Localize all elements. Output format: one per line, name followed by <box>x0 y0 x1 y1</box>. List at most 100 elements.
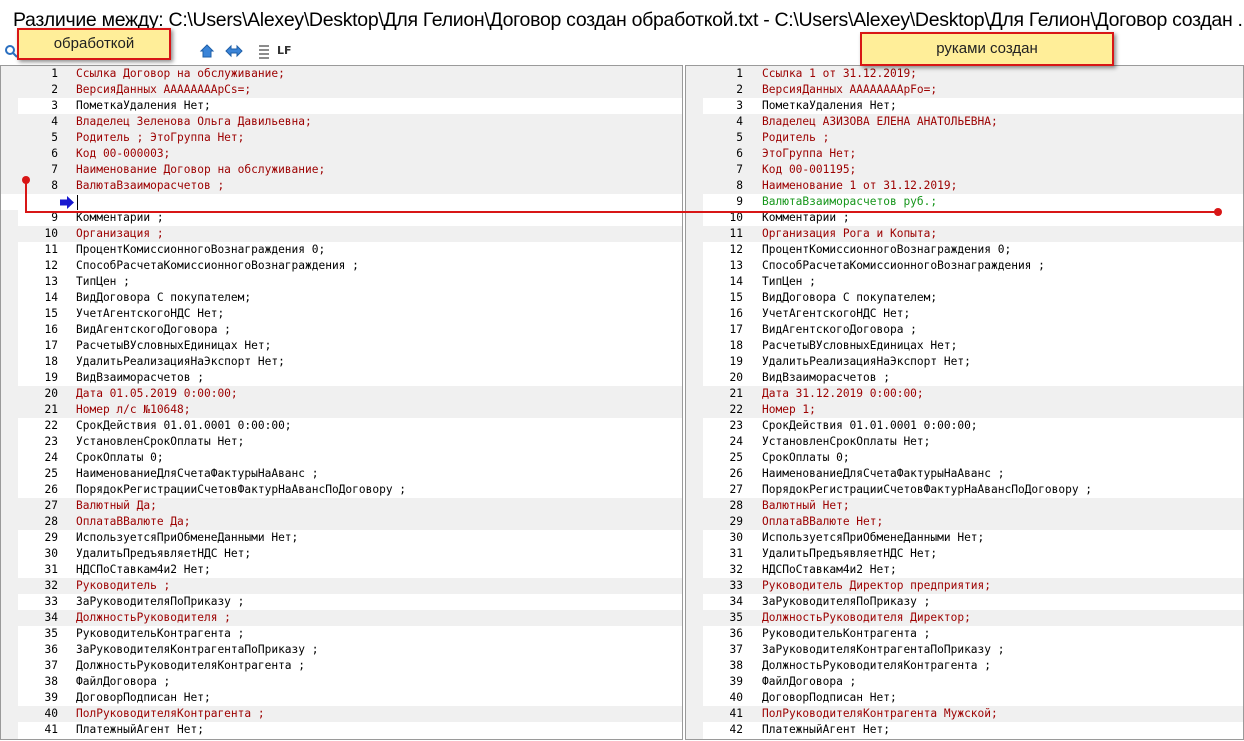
list-icon[interactable] <box>258 43 270 59</box>
home-icon[interactable] <box>199 43 215 59</box>
code-line[interactable]: 6 ЭтоГруппа Нет; <box>686 146 1243 162</box>
code-line[interactable]: 14 ВидДоговора С покупателем; <box>1 290 682 306</box>
code-line[interactable]: 30 УдалитьПредъявляетНДС Нет; <box>1 546 682 562</box>
code-line[interactable]: 31 УдалитьПредъявляетНДС Нет; <box>686 546 1243 562</box>
code-line[interactable]: 22 СрокДействия 01.01.0001 0:00:00; <box>1 418 682 434</box>
code-line[interactable]: 8 Наименование 1 от 31.12.2019; <box>686 178 1243 194</box>
code-line[interactable]: 1 Ссылка 1 от 31.12.2019; <box>686 66 1243 82</box>
code-line[interactable]: 34 ДолжностьРуководителя ; <box>1 610 682 626</box>
code-line[interactable]: 3 ПометкаУдаления Нет; <box>1 98 682 114</box>
code-line[interactable]: 32 Руководитель ; <box>1 578 682 594</box>
code-line[interactable]: 39 ФайлДоговора ; <box>686 674 1243 690</box>
code-line[interactable]: 17 РасчетыВУсловныхЕдиницах Нет; <box>1 338 682 354</box>
code-line[interactable]: 28 ОплатаВВалюте Да; <box>1 514 682 530</box>
code-line[interactable]: 17 ВидАгентскогоДоговора ; <box>686 322 1243 338</box>
code-line[interactable]: 38 ФайлДоговора ; <box>1 674 682 690</box>
code-line[interactable]: 30 ИспользуетсяПриОбменеДанными Нет; <box>686 530 1243 546</box>
line-number: 5 <box>51 131 58 144</box>
code-line[interactable]: 35 ДолжностьРуководителя Директор; <box>686 610 1243 626</box>
code-line[interactable]: 15 ВидДоговора С покупателем; <box>686 290 1243 306</box>
code-line[interactable]: 29 ИспользуетсяПриОбменеДанными Нет; <box>1 530 682 546</box>
code-line[interactable]: 9 Комментарии ; <box>1 210 682 226</box>
code-line[interactable]: 25 СрокОплаты 0; <box>686 450 1243 466</box>
code-line[interactable]: 23 УстановленСрокОплаты Нет; <box>1 434 682 450</box>
code-line[interactable]: 16 ВидАгентскогоДоговора ; <box>1 322 682 338</box>
code-line[interactable]: 29 ОплатаВВалюте Нет; <box>686 514 1243 530</box>
code-line[interactable]: 9 ВалютаВзаиморасчетов руб.; <box>686 194 1243 210</box>
line-number: 39 <box>44 691 58 704</box>
line-text: ПорядокРегистрацииСчетовФактурНаАвансПоД… <box>762 483 1093 496</box>
code-line[interactable]: 39 ДоговорПодписан Нет; <box>1 690 682 706</box>
code-line[interactable]: 27 ПорядокРегистрацииСчетовФактурНаАвансП… <box>686 482 1243 498</box>
code-line[interactable]: 41 ПолРуководителяКонтрагента Мужской; <box>686 706 1243 722</box>
code-line[interactable]: 21 Номер л/с №10648; <box>1 402 682 418</box>
code-line[interactable]: 18 РасчетыВУсловныхЕдиницах Нет; <box>686 338 1243 354</box>
line-number: 30 <box>729 531 743 544</box>
line-number: 36 <box>729 627 743 640</box>
code-line[interactable]: 33 ЗаРуководителяПоПриказу ; <box>1 594 682 610</box>
code-line[interactable]: 4 Владелец Зеленова Ольга Давильевна; <box>1 114 682 130</box>
code-line[interactable]: 14 ТипЦен ; <box>686 274 1243 290</box>
code-line[interactable]: 5 Родитель ; ЭтоГруппа Нет; <box>1 130 682 146</box>
code-line[interactable]: 16 УчетАгентскогоНДС Нет; <box>686 306 1243 322</box>
code-line[interactable]: 24 УстановленСрокОплаты Нет; <box>686 434 1243 450</box>
code-line[interactable]: 20 ВидВзаиморасчетов ; <box>686 370 1243 386</box>
code-line[interactable]: 34 ЗаРуководителяПоПриказу ; <box>686 594 1243 610</box>
code-line[interactable]: 13 СпособРасчетаКомиссионногоВознагражден… <box>686 258 1243 274</box>
code-line[interactable]: 27 Валютный Да; <box>1 498 682 514</box>
code-line[interactable]: 42 ПлатежныйАгент Нет; <box>686 722 1243 738</box>
code-line[interactable]: 37 ДолжностьРуководителяКонтрагента ; <box>1 658 682 674</box>
code-line[interactable]: 26 НаименованиеДляСчетаФактурыНаАванс ; <box>686 466 1243 482</box>
code-line[interactable]: 31 НДСПоСтавкам4и2 Нет; <box>1 562 682 578</box>
code-line[interactable]: 11 Организация Рога и Копыта; <box>686 226 1243 242</box>
sync-icon[interactable] <box>225 43 243 59</box>
code-line[interactable]: 26 ПорядокРегистрацииСчетовФактурНаАвансП… <box>1 482 682 498</box>
line-text: Валютный Да; <box>76 499 157 512</box>
code-line[interactable]: 19 ВидВзаиморасчетов ; <box>1 370 682 386</box>
code-line[interactable]: 4 Владелец АЗИЗОВА ЕЛЕНА АНАТОЛЬЕВНА; <box>686 114 1243 130</box>
code-line[interactable]: 10 Комментарии ; <box>686 210 1243 226</box>
code-line[interactable]: 11 ПроцентКомиссионногоВознаграждения 0; <box>1 242 682 258</box>
line-text: УдалитьПредъявляетНДС Нет; <box>76 547 252 560</box>
code-line[interactable]: 36 ЗаРуководителяКонтрагентаПоПриказу ; <box>1 642 682 658</box>
code-line[interactable]: 2 ВерсияДанных AAAAAAAApFo=; <box>686 82 1243 98</box>
code-line[interactable]: 20 Дата 01.05.2019 0:00:00; <box>1 386 682 402</box>
code-line[interactable]: 1 Ссылка Договор на обслуживание; <box>1 66 682 82</box>
code-line[interactable]: 25 НаименованиеДляСчетаФактурыНаАванс ; <box>1 466 682 482</box>
code-line[interactable]: 37 ЗаРуководителяКонтрагентаПоПриказу ; <box>686 642 1243 658</box>
right-text-pane[interactable]: 1 Ссылка 1 от 31.12.2019; 2 ВерсияДанных AA… <box>685 65 1244 740</box>
code-line[interactable]: 6 Код 00-000003; <box>1 146 682 162</box>
code-line[interactable]: 41 ПлатежныйАгент Нет; <box>1 722 682 738</box>
code-line[interactable]: 36 РуководительКонтрагента ; <box>686 626 1243 642</box>
code-line[interactable]: 2 ВерсияДанных AAAAAAAApCs=; <box>1 82 682 98</box>
code-line[interactable]: 24 СрокОплаты 0; <box>1 450 682 466</box>
code-line[interactable]: 5 Родитель ; <box>686 130 1243 146</box>
code-line[interactable]: 40 ПолРуководителяКонтрагента ; <box>1 706 682 722</box>
line-number: 36 <box>44 643 58 656</box>
code-line[interactable]: 7 Наименование Договор на обслуживание; <box>1 162 682 178</box>
code-line[interactable]: 12 ПроцентКомиссионногоВознаграждения 0; <box>686 242 1243 258</box>
line-number: 10 <box>44 227 58 240</box>
code-line[interactable]: 15 УчетАгентскогоНДС Нет; <box>1 306 682 322</box>
code-line[interactable]: 18 УдалитьРеализацияНаЭкспорт Нет; <box>1 354 682 370</box>
code-line[interactable]: 3 ПометкаУдаления Нет; <box>686 98 1243 114</box>
code-line[interactable]: 21 Дата 31.12.2019 0:00:00; <box>686 386 1243 402</box>
code-line[interactable]: 28 Валютный Нет; <box>686 498 1243 514</box>
code-line[interactable]: 13 ТипЦен ; <box>1 274 682 290</box>
line-ending-button[interactable]: LF <box>277 44 292 57</box>
left-text-pane[interactable]: 1 Ссылка Договор на обслуживание; 2 ВерсияД… <box>0 65 683 740</box>
code-line[interactable]: 23 СрокДействия 01.01.0001 0:00:00; <box>686 418 1243 434</box>
code-line[interactable]: 22 Номер 1; <box>686 402 1243 418</box>
code-line[interactable]: 35 РуководительКонтрагента ; <box>1 626 682 642</box>
code-line[interactable]: 33 Руководитель Директор предприятия; <box>686 578 1243 594</box>
code-line[interactable]: 38 ДолжностьРуководителяКонтрагента ; <box>686 658 1243 674</box>
code-line[interactable]: 8 ВалютаВзаиморасчетов ; <box>1 178 682 194</box>
code-line[interactable]: 32 НДСПоСтавкам4и2 Нет; <box>686 562 1243 578</box>
code-line[interactable]: 40 ДоговорПодписан Нет; <box>686 690 1243 706</box>
code-line[interactable]: 7 Код 00-001195; <box>686 162 1243 178</box>
code-line[interactable]: 12 СпособРасчетаКомиссионногоВознагражден… <box>1 258 682 274</box>
code-line[interactable]: 19 УдалитьРеализацияНаЭкспорт Нет; <box>686 354 1243 370</box>
code-line[interactable] <box>1 194 682 210</box>
search-icon[interactable] <box>4 43 18 59</box>
code-line[interactable]: 10 Организация ; <box>1 226 682 242</box>
